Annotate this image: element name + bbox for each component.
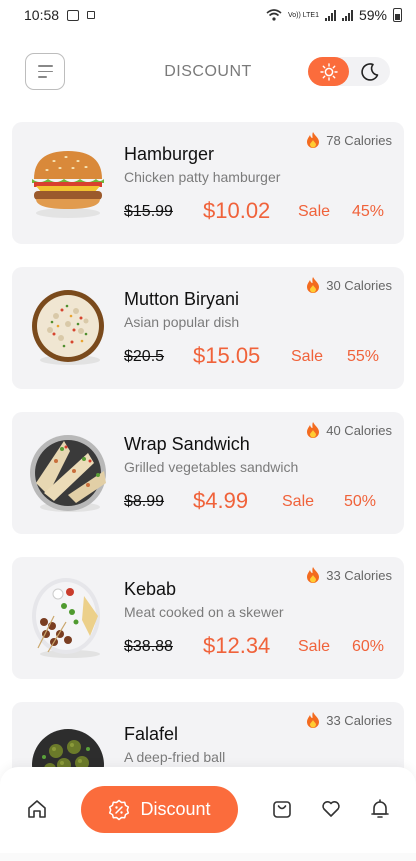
- kebab-image: [32, 578, 100, 658]
- favorites-button[interactable]: [319, 797, 343, 821]
- discount-percent: 55%: [346, 348, 379, 365]
- calories-text: 33 Calories: [326, 712, 392, 728]
- discounted-price: $4.99: [193, 488, 249, 513]
- discount-list: 78 Calories Hamburger Chicken patty hamb…: [12, 122, 404, 847]
- calories-text: 40 Calories: [326, 422, 392, 438]
- original-price: $38.88: [124, 638, 173, 655]
- calories-badge: 30 Calories: [306, 277, 392, 293]
- calories-badge: 33 Calories: [306, 712, 392, 728]
- original-price: $20.5: [124, 348, 165, 365]
- item-name: Falafel: [124, 724, 179, 744]
- sale-label: Sale: [282, 493, 315, 510]
- battery-percent: 59%: [358, 7, 387, 23]
- wrap-sandwich-image: [30, 435, 106, 512]
- status-left: 10:58: [24, 7, 96, 23]
- discount-nav-label: Discount: [140, 799, 211, 819]
- system-gesture-area: [0, 853, 416, 861]
- notifications-button[interactable]: [368, 797, 392, 821]
- hamburger-image: [32, 151, 104, 218]
- status-right: Vo)) LTE1 59%: [266, 7, 402, 23]
- biryani-image: [32, 290, 104, 365]
- flame-icon: [307, 277, 320, 293]
- sun-icon: [319, 62, 338, 81]
- item-description: Chicken patty hamburger: [124, 169, 281, 185]
- discount-percent: 60%: [351, 638, 384, 655]
- bottom-navigation: Discount: [0, 767, 416, 861]
- signal-icon-2: [341, 9, 353, 21]
- discount-nav-button[interactable]: Discount: [81, 786, 238, 833]
- item-name: Kebab: [124, 579, 177, 599]
- heart-icon: [322, 801, 340, 817]
- price-row: $8.99 $4.99 Sale 50%: [124, 488, 392, 518]
- food-card[interactable]: 30 Calories Mutton Biryani Asian popular…: [12, 267, 404, 389]
- theme-toggle[interactable]: [308, 57, 390, 86]
- moon-icon: [361, 63, 379, 81]
- flame-icon: [307, 567, 320, 583]
- wifi-icon: [266, 9, 282, 21]
- home-button[interactable]: [25, 797, 49, 821]
- calories-badge: 40 Calories: [306, 422, 392, 438]
- dark-mode-button[interactable]: [358, 60, 382, 84]
- item-description: A deep-fried ball: [124, 749, 226, 765]
- sale-label: Sale: [291, 348, 324, 365]
- calories-badge: 78 Calories: [306, 132, 392, 148]
- original-price: $15.99: [124, 203, 173, 220]
- light-mode-button[interactable]: [308, 57, 349, 86]
- discounted-price: $15.05: [193, 343, 261, 368]
- food-card[interactable]: 40 Calories Wrap Sandwich Grilled vegeta…: [12, 412, 404, 534]
- item-name: Mutton Biryani: [124, 289, 240, 309]
- battery-icon: [393, 8, 402, 22]
- flame-icon: [307, 132, 320, 148]
- gallery-notification-icon: [67, 9, 80, 21]
- discounted-price: $10.02: [203, 198, 271, 223]
- app-header: DISCOUNT: [0, 52, 416, 92]
- original-price: $8.99: [124, 493, 165, 510]
- status-bar: 10:58 Vo)) LTE1 59%: [0, 0, 416, 30]
- flame-icon: [307, 422, 320, 438]
- price-row: $15.99 $10.02 Sale 45%: [124, 198, 392, 228]
- status-time: 10:58: [24, 7, 60, 23]
- shopping-bag-icon: [273, 801, 291, 818]
- home-icon: [28, 800, 46, 818]
- price-row: $20.5 $15.05 Sale 55%: [124, 343, 392, 373]
- bell-icon: [371, 799, 389, 818]
- discount-tag-icon: [109, 799, 130, 820]
- food-card[interactable]: 78 Calories Hamburger Chicken patty hamb…: [12, 122, 404, 244]
- discount-percent: 50%: [343, 493, 376, 510]
- discounted-price: $12.34: [203, 633, 271, 658]
- calories-text: 30 Calories: [326, 277, 392, 293]
- item-name: Wrap Sandwich: [124, 434, 250, 454]
- calories-badge: 33 Calories: [306, 567, 392, 583]
- discount-percent: 45%: [351, 203, 384, 220]
- calories-text: 78 Calories: [326, 132, 392, 148]
- signal-icon: [324, 9, 336, 21]
- lock-icon: [87, 11, 96, 19]
- flame-icon: [307, 712, 320, 728]
- sale-label: Sale: [298, 203, 331, 220]
- calories-text: 33 Calories: [326, 567, 392, 583]
- food-card[interactable]: 33 Calories Kebab Meat cooked on a skewe…: [12, 557, 404, 679]
- item-description: Meat cooked on a skewer: [124, 604, 284, 620]
- volte-label: Vo)) LTE1: [287, 11, 319, 19]
- price-row: $38.88 $12.34 Sale 60%: [124, 633, 392, 663]
- item-description: Grilled vegetables sandwich: [124, 459, 299, 475]
- item-description: Asian popular dish: [124, 314, 240, 330]
- item-name: Hamburger: [124, 144, 215, 164]
- sale-label: Sale: [298, 638, 331, 655]
- cart-button[interactable]: [270, 797, 294, 821]
